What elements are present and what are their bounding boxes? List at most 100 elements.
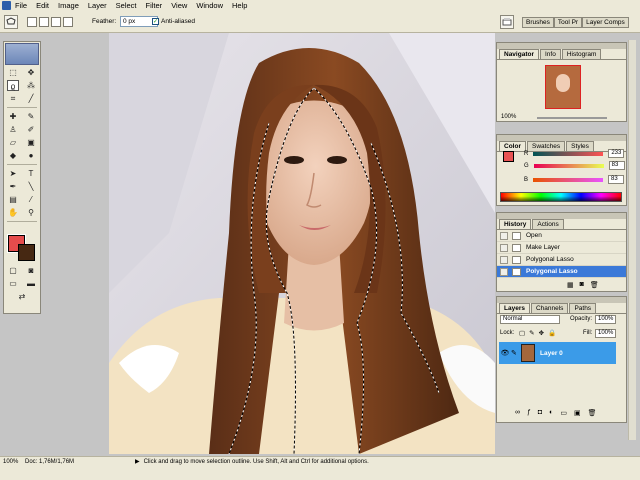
history-item[interactable]: Make Layer <box>497 242 626 254</box>
well-tab-tool-presets[interactable]: Tool Pr <box>553 17 583 28</box>
b-channel-label: B <box>524 176 529 183</box>
path-selection-tool-icon[interactable]: ➤ <box>7 168 19 179</box>
status-arrow-icon[interactable]: ▶ <box>135 458 140 465</box>
new-document-from-state-icon[interactable]: ▦ <box>567 281 574 289</box>
history-item[interactable]: Polygonal Lasso <box>497 254 626 266</box>
notes-tool-icon[interactable]: ▤ <box>7 194 19 205</box>
opacity-label: Opacity: <box>570 316 593 322</box>
layer-name[interactable]: Layer 0 <box>540 350 563 357</box>
tab-paths[interactable]: Paths <box>569 303 597 313</box>
document-canvas[interactable] <box>109 33 495 454</box>
color-fg-swatch[interactable] <box>503 151 514 162</box>
opacity-input[interactable]: 100% <box>595 315 616 324</box>
well-tab-layer-comps[interactable]: Layer Comps <box>582 17 629 28</box>
new-group-icon[interactable]: ▭ <box>560 409 567 417</box>
clone-stamp-tool-icon[interactable]: ♙ <box>7 124 19 135</box>
b-value-input[interactable]: 83 <box>608 175 625 184</box>
screen-mode-standard-icon[interactable]: ▭ <box>7 278 19 289</box>
navigator-thumbnail[interactable] <box>545 65 581 109</box>
subtract-selection-icon[interactable] <box>51 17 61 27</box>
anti-aliased-checkbox[interactable]: ✓ <box>152 18 159 25</box>
r-slider[interactable] <box>533 151 604 156</box>
marquee-tool-icon[interactable]: ⬚ <box>7 67 19 78</box>
eraser-tool-icon[interactable]: ▱ <box>7 137 19 148</box>
lock-position-icon[interactable]: ✥ <box>539 329 544 337</box>
menu-file[interactable]: File <box>15 1 27 10</box>
type-tool-icon[interactable]: T <box>25 168 37 179</box>
navigator-zoom-slider[interactable] <box>537 117 607 119</box>
layer-visibility-eye-icon[interactable]: 👁 <box>499 349 511 357</box>
new-snapshot-icon[interactable]: ◙ <box>580 281 584 289</box>
toolbox-header-logo[interactable] <box>5 43 39 65</box>
navigator-zoom-value[interactable]: 100% <box>501 114 516 120</box>
menu-layer[interactable]: Layer <box>88 1 107 10</box>
lock-all-icon[interactable]: 🔒 <box>548 329 556 337</box>
g-value-input[interactable]: 83 <box>608 161 625 170</box>
tab-histogram[interactable]: Histogram <box>561 49 602 59</box>
history-brush-tool-icon[interactable]: ✐ <box>25 124 37 135</box>
menu-image[interactable]: Image <box>58 1 79 10</box>
panel-scrollbar[interactable] <box>628 40 636 440</box>
dodge-tool-icon[interactable]: ● <box>25 150 37 161</box>
tab-history[interactable]: History <box>499 219 532 229</box>
background-color-swatch[interactable] <box>18 244 35 261</box>
tab-info[interactable]: Info <box>539 49 561 59</box>
lock-transparency-icon[interactable]: ▢ <box>519 329 525 337</box>
jump-to-imageready-icon[interactable]: ⇄ <box>16 291 28 302</box>
tab-layers[interactable]: Layers <box>499 303 530 313</box>
lasso-tool-preset-icon[interactable] <box>4 15 18 29</box>
color-panel: Color Swatches Styles R 233 G 83 B 83 <box>496 134 627 206</box>
crop-tool-icon[interactable]: ⌗ <box>7 93 19 104</box>
history-item[interactable]: Open <box>497 230 626 242</box>
hand-tool-icon[interactable]: ✋ <box>7 207 19 218</box>
menu-filter[interactable]: Filter <box>146 1 163 10</box>
move-tool-icon[interactable]: ✥ <box>25 67 37 78</box>
add-selection-icon[interactable] <box>39 17 49 27</box>
well-tab-brushes[interactable]: Brushes <box>522 17 554 28</box>
pen-tool-icon[interactable]: ✒ <box>7 181 19 192</box>
tab-actions[interactable]: Actions <box>532 219 564 229</box>
gradient-tool-icon[interactable]: ▣ <box>25 137 37 148</box>
screen-mode-full-icon[interactable]: ▬ <box>25 278 37 289</box>
line-tool-icon[interactable]: ╲ <box>25 181 37 192</box>
menu-window[interactable]: Window <box>196 1 223 10</box>
menu-edit[interactable]: Edit <box>36 1 49 10</box>
status-zoom[interactable]: 100% <box>3 459 25 465</box>
r-value-input[interactable]: 233 <box>608 149 625 158</box>
blend-mode-select[interactable]: Normal <box>500 315 560 324</box>
tab-color[interactable]: Color <box>499 141 526 151</box>
new-layer-icon[interactable]: ▣ <box>574 409 581 417</box>
delete-state-icon[interactable]: 🗑 <box>590 281 599 289</box>
delete-layer-icon[interactable]: 🗑 <box>588 409 597 417</box>
link-layers-icon[interactable]: ∞ <box>515 409 520 417</box>
adjustment-layer-icon[interactable]: ◐ <box>549 409 553 417</box>
g-slider[interactable] <box>533 163 604 168</box>
intersect-selection-icon[interactable] <box>63 17 73 27</box>
blur-tool-icon[interactable]: ◆ <box>7 150 19 161</box>
zoom-tool-icon[interactable]: ⚲ <box>25 207 37 218</box>
layer-mask-icon[interactable]: ◘ <box>538 409 542 417</box>
history-item-selected[interactable]: Polygonal Lasso <box>497 266 626 278</box>
menu-select[interactable]: Select <box>116 1 137 10</box>
menu-view[interactable]: View <box>171 1 187 10</box>
lasso-tool-icon[interactable]: ϱ <box>7 80 19 91</box>
tab-navigator[interactable]: Navigator <box>499 49 539 59</box>
new-selection-icon[interactable] <box>27 17 37 27</box>
lock-label: Lock: <box>500 330 515 336</box>
slice-tool-icon[interactable]: ╱ <box>25 93 37 104</box>
standard-mode-icon[interactable]: ▢ <box>7 265 19 276</box>
lock-pixels-icon[interactable]: ✎ <box>529 329 534 337</box>
eyedropper-tool-icon[interactable]: ⁄ <box>25 194 37 205</box>
fill-input[interactable]: 100% <box>595 329 616 338</box>
magic-wand-tool-icon[interactable]: ⁂ <box>25 80 37 91</box>
layer-style-icon[interactable]: ƒ <box>527 409 531 417</box>
menu-help[interactable]: Help <box>232 1 247 10</box>
tab-channels[interactable]: Channels <box>530 303 569 313</box>
brush-tool-icon[interactable]: ✎ <box>25 111 37 122</box>
quick-mask-mode-icon[interactable]: ◙ <box>25 265 37 276</box>
b-slider[interactable] <box>533 177 604 182</box>
healing-brush-tool-icon[interactable]: ✚ <box>7 111 19 122</box>
palette-well-icon[interactable] <box>500 15 514 29</box>
layer-row[interactable]: 👁 ✎ Layer 0 <box>499 342 616 364</box>
color-spectrum-ramp[interactable] <box>500 192 622 202</box>
